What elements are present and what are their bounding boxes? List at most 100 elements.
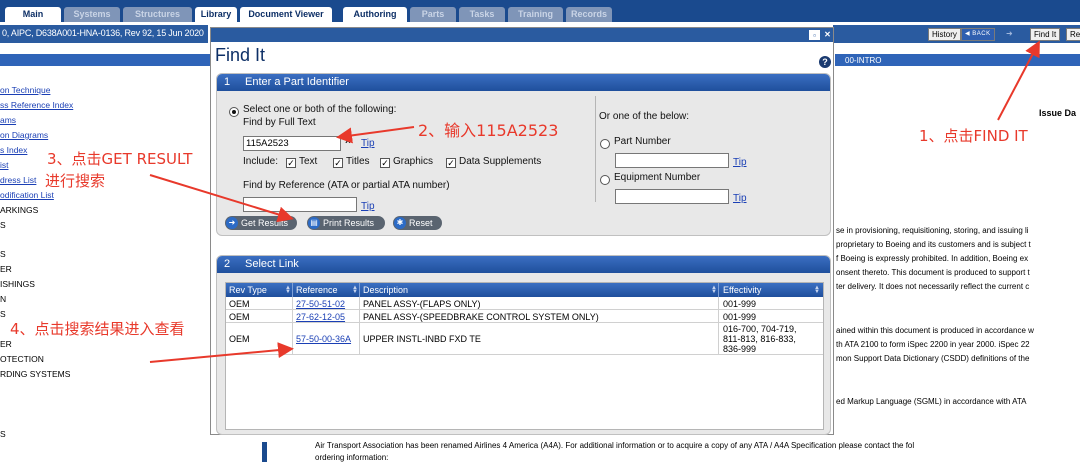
toc-item[interactable]: ss Reference Index [0, 100, 73, 110]
tab-tasks[interactable]: Tasks [459, 7, 505, 22]
titles-checkbox[interactable]: ✓ [333, 158, 343, 168]
tab-bar: Main Systems Structures Library Document… [0, 0, 1080, 22]
callout-step-3-line-2: 进行搜索 [45, 172, 106, 190]
col-rev-type[interactable]: Rev Type [229, 285, 267, 295]
reset-icon: ✱ [394, 217, 406, 229]
effectivity-cell: 016-700, 704-719, [723, 324, 797, 334]
toc-item[interactable]: ISHINGS [0, 279, 35, 289]
re-button[interactable]: Re [1066, 28, 1080, 41]
select-both-radio[interactable] [229, 107, 239, 117]
tab-library[interactable]: Library [195, 7, 237, 22]
graphics-checkbox[interactable]: ✓ [380, 158, 390, 168]
toc-item[interactable]: S [0, 309, 6, 319]
toc-item[interactable]: OTECTION [0, 354, 44, 364]
section-title: Enter a Part Identifier [245, 76, 349, 88]
section-part-identifier: 1 Enter a Part Identifier Select one or … [216, 73, 831, 236]
tab-authoring[interactable]: Authoring [343, 7, 407, 22]
section-title: Select Link [245, 258, 299, 270]
toc-item[interactable]: dress List [0, 175, 36, 185]
toc-item[interactable]: S [0, 220, 6, 230]
toc-item[interactable]: ER [0, 264, 12, 274]
effectivity-cell: 001-999 [723, 312, 757, 322]
equipment-number-radio[interactable] [600, 175, 610, 185]
doc-text-line: ordering information: [315, 453, 389, 462]
restore-icon[interactable]: ▫ [809, 30, 820, 40]
col-description[interactable]: Description [363, 285, 408, 295]
sort-icon[interactable]: ▲ ▼ [285, 285, 291, 295]
doc-text-line: Air Transport Association has been renam… [315, 441, 915, 450]
help-icon[interactable]: ? [819, 56, 831, 68]
toc-item[interactable]: S [0, 429, 6, 439]
reference-link[interactable]: 27-62-12-05 [296, 312, 345, 322]
toc-item[interactable]: ams [0, 115, 16, 125]
callout-step-2: 2、输入115A2523 [418, 121, 559, 140]
reference-link[interactable]: 57-50-00-36A [296, 334, 351, 344]
tab-main[interactable]: Main [5, 7, 61, 22]
doc-text-line: ed Markup Language (SGML) in accordance … [836, 397, 1027, 406]
results-header-row: Rev Type ▲ ▼ Reference ▲ ▼ Description ▲ ▼ … [226, 283, 823, 297]
equipment-number-input[interactable] [615, 189, 729, 204]
toc-item[interactable]: ist [0, 160, 9, 170]
sort-icon[interactable]: ▲ ▼ [352, 285, 358, 295]
toc-item[interactable]: ER [0, 339, 12, 349]
print-results-button[interactable]: ▤ Print Results [307, 216, 385, 230]
select-prompt: Select one or both of the following: [243, 104, 397, 115]
section-select-link: 2 Select Link Rev Type ▲ ▼ Reference ▲ ▼ D… [216, 255, 831, 435]
history-button[interactable]: History [928, 28, 961, 41]
doc-text-line: proprietary to Boeing and its customers … [836, 240, 1031, 249]
tab-records[interactable]: Records [566, 7, 612, 22]
table-row[interactable]: OEM 57-50-00-36A UPPER INSTL-INBD FXD TE… [226, 323, 823, 355]
callout-step-1: 1、点击FIND IT [919, 127, 1028, 145]
tab-systems[interactable]: Systems [64, 7, 120, 22]
clear-input-icon[interactable]: × [345, 136, 351, 147]
effectivity-cell: 001-999 [723, 299, 757, 309]
toc-item[interactable]: s Index [0, 145, 27, 155]
description-cell: PANEL ASSY-(SPEEDBRAKE CONTROL SYSTEM ON… [363, 312, 599, 322]
find-it-button[interactable]: Find It [1030, 28, 1061, 41]
sort-icon[interactable]: ▲ ▼ [814, 285, 820, 295]
document-info-text: 0, AIPC, D638A001-HNA-0136, Rev 92, 15 J… [2, 28, 204, 38]
table-row[interactable]: OEM 27-62-12-05 PANEL ASSY-(SPEEDBRAKE C… [226, 310, 823, 323]
doc-text-line: ained within this document is produced i… [836, 326, 1034, 335]
tab-parts[interactable]: Parts [410, 7, 456, 22]
col-reference[interactable]: Reference [296, 285, 338, 295]
reset-button[interactable]: ✱ Reset [393, 216, 442, 230]
toc-item[interactable]: odification List [0, 190, 54, 200]
reference-label: Find by Reference (ATA or partial ATA nu… [243, 180, 450, 191]
toc-item[interactable]: ARKINGS [0, 205, 38, 215]
data-supplements-checkbox[interactable]: ✓ [446, 158, 456, 168]
forward-arrow-icon[interactable]: ➜ [1006, 29, 1013, 38]
text-checkbox[interactable]: ✓ [286, 158, 296, 168]
part-number-tip-link[interactable]: Tip [733, 157, 747, 168]
equipment-number-tip-link[interactable]: Tip [733, 193, 747, 204]
rev-type-cell: OEM [229, 334, 250, 344]
get-results-button[interactable]: ➜ Get Results [225, 216, 297, 230]
toc-item[interactable]: on Technique [0, 85, 50, 95]
tab-training[interactable]: Training [508, 7, 563, 22]
full-text-input[interactable]: 115A2523 [243, 136, 341, 151]
sort-icon[interactable]: ▲ ▼ [711, 285, 717, 295]
reference-tip-link[interactable]: Tip [361, 201, 375, 212]
dialog-title: Find It [215, 45, 266, 65]
reference-input[interactable] [243, 197, 357, 212]
part-number-radio[interactable] [600, 139, 610, 149]
reference-link[interactable]: 27-50-51-02 [296, 299, 345, 309]
description-cell: UPPER INSTL-INBD FXD TE [363, 334, 481, 344]
printer-icon: ▤ [308, 217, 320, 229]
full-text-tip-link[interactable]: Tip [361, 138, 375, 149]
col-effectivity[interactable]: Effectivity [723, 285, 761, 295]
text-checkbox-label: Text [299, 156, 318, 167]
tab-structures[interactable]: Structures [123, 7, 192, 22]
toc-item[interactable]: on Diagrams [0, 130, 48, 140]
toc-item[interactable]: S [0, 249, 6, 259]
toc-item[interactable]: N [0, 294, 6, 304]
back-button[interactable]: ◀ BACK [961, 28, 995, 41]
tab-document-viewer[interactable]: Document Viewer [240, 7, 332, 22]
alt-prompt: Or one of the below: [599, 111, 690, 122]
effectivity-cell: 836-999 [723, 344, 757, 354]
doc-text-line: th ATA 2100 to form iSpec 2200 in year 2… [836, 340, 1030, 349]
toc-item[interactable]: RDING SYSTEMS [0, 369, 70, 379]
close-icon[interactable]: ✕ [822, 30, 833, 40]
table-row[interactable]: OEM 27-50-51-02 PANEL ASSY-(FLAPS ONLY) … [226, 297, 823, 310]
part-number-input[interactable] [615, 153, 729, 168]
